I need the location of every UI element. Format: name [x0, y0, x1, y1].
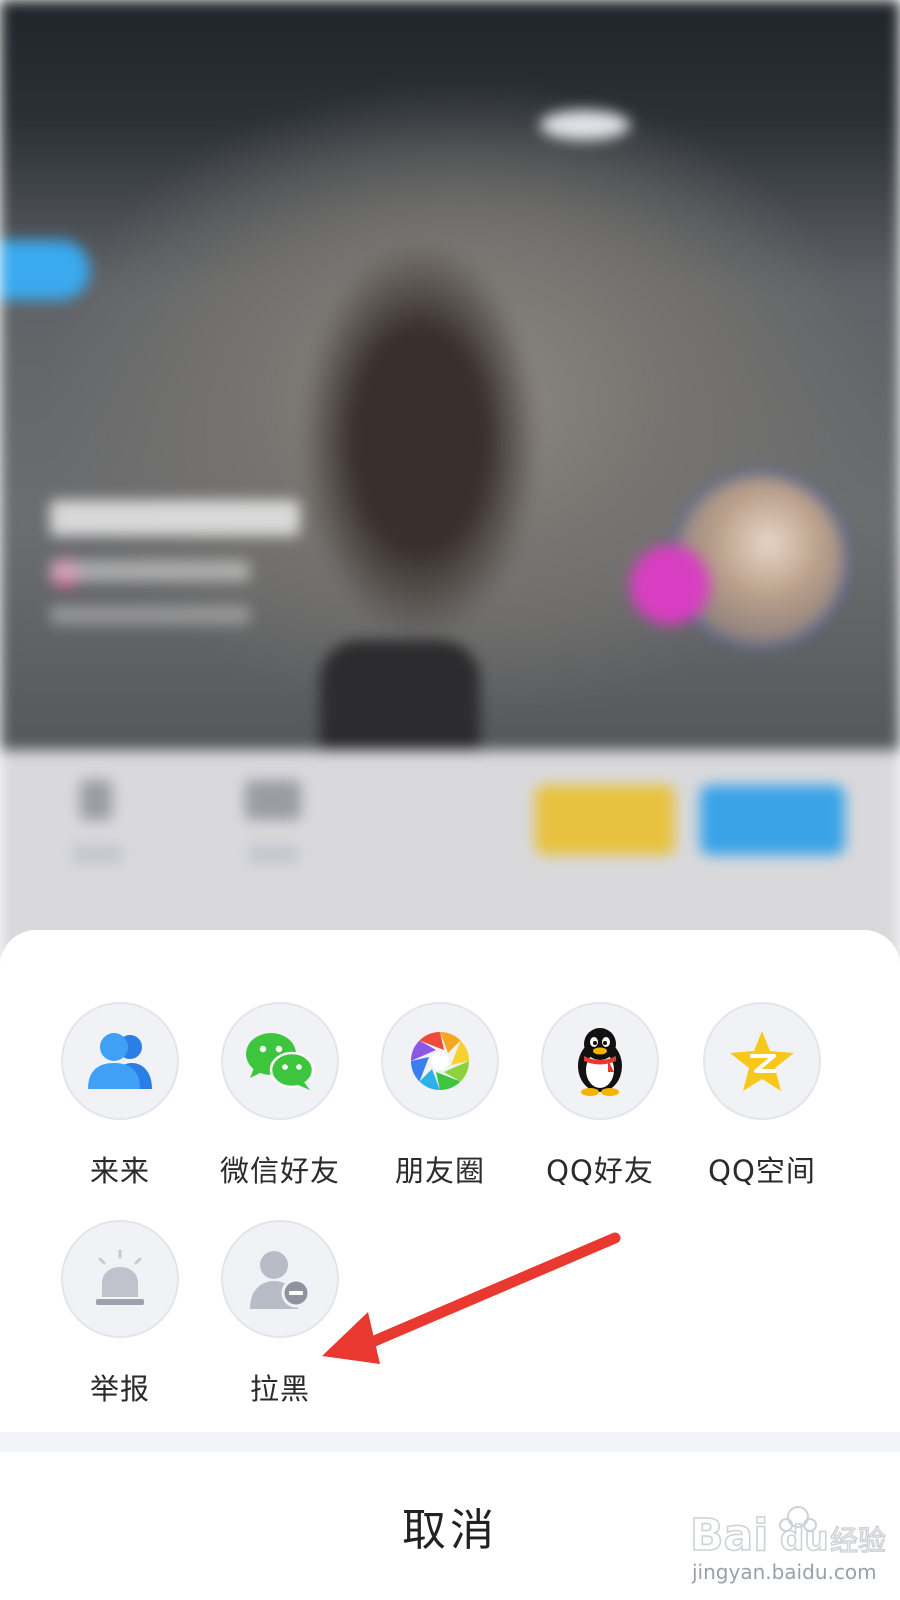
share-item-qzone[interactable]: QQ空间: [680, 1002, 844, 1222]
blurred-profile-background: [0, 0, 900, 960]
svg-text:du: du: [780, 1519, 829, 1559]
share-item-label: 来来: [89, 1154, 150, 1188]
share-item-icon-bg: [61, 1220, 179, 1338]
profile-info-placeholder: [50, 605, 250, 625]
share-item-qq-friend[interactable]: QQ好友: [518, 1002, 682, 1222]
share-item-moments[interactable]: 朋友圈: [358, 1002, 522, 1222]
side-tab: [0, 240, 90, 300]
contacts-icon: [88, 1033, 152, 1089]
qq-penguin-icon: [578, 1028, 622, 1096]
share-item-label: QQ好友: [546, 1154, 654, 1188]
moments-icon: [411, 1032, 469, 1090]
stat-value-1: [80, 780, 112, 820]
share-item-icon-bg: [541, 1002, 659, 1120]
svg-text:经验: 经验: [830, 1524, 886, 1557]
floor-shadow: [320, 640, 480, 750]
share-item-label: QQ空间: [708, 1154, 816, 1188]
alarm-icon: [96, 1249, 144, 1305]
share-item-label: 朋友圈: [394, 1154, 485, 1188]
watermark-url: jingyan.baidu.com: [692, 1560, 877, 1584]
share-item-report[interactable]: 举报: [38, 1220, 202, 1440]
cancel-label: 取消: [402, 1505, 498, 1556]
share-item-wechat-friend[interactable]: 微信好友: [198, 1002, 362, 1222]
sheet-divider: [0, 1432, 900, 1452]
share-item-lailai[interactable]: 来来: [38, 1002, 202, 1222]
share-item-block[interactable]: 拉黑: [198, 1220, 362, 1440]
wechat-icon: [246, 1033, 315, 1090]
share-item-label: 举报: [89, 1372, 150, 1406]
svg-text:Bai: Bai: [690, 1510, 768, 1561]
profile-action-button-2: [700, 785, 845, 855]
stat-value-2: [245, 780, 301, 820]
share-item-icon-bg: [221, 1002, 339, 1120]
share-item-label: 微信好友: [219, 1154, 340, 1188]
ceiling-light: [540, 110, 630, 140]
block-user-icon: [250, 1251, 311, 1309]
share-item-label: 拉黑: [249, 1372, 310, 1406]
share-item-icon-bg: [61, 1002, 179, 1120]
stat-label-2: [248, 845, 298, 863]
avatar-badge: [630, 545, 710, 625]
share-item-icon-bg: [703, 1002, 821, 1120]
profile-name-placeholder: [50, 500, 300, 536]
profile-subtitle-placeholder: [50, 560, 250, 582]
qzone-icon: [730, 1031, 794, 1091]
profile-action-button-1: [535, 785, 675, 855]
share-item-icon-bg: [221, 1220, 339, 1338]
stat-label-1: [72, 845, 122, 863]
share-item-icon-bg: [381, 1002, 499, 1120]
profile-stats-bar: [0, 750, 900, 960]
